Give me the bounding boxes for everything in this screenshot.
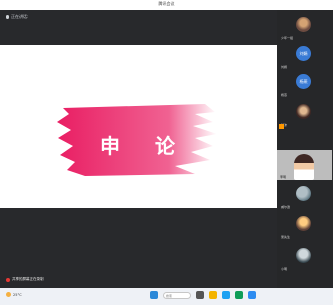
title-bar: 腾讯会议 [0,0,333,10]
slide-title: 申 论 [100,134,189,158]
sun-icon [6,292,11,297]
avatar [296,104,311,119]
weather-temp: 25°C [13,292,22,297]
participant-name: 威尔逊 [281,205,291,209]
speaker-text: 正在讲话: [11,14,29,19]
microphone-icon [6,15,9,19]
speaker-indicator: 正在讲话: [6,14,28,20]
participant-name: 小明 [281,267,288,271]
participant-name: 李明 [280,175,287,179]
avatar: 刘娟 [296,46,311,61]
browser-icon[interactable] [222,291,230,299]
app-title: 腾讯会议 [158,1,175,6]
recording-label: 共享的屏幕正在录制 [12,277,44,281]
task-view-icon[interactable] [196,291,204,299]
meeting-app-icon[interactable] [248,291,256,299]
participant-tile[interactable]: 刘娟 刘娟 [278,44,332,69]
participant-tile[interactable]: 杨燕 杨燕 [278,72,332,97]
avatar [296,17,311,32]
participant-name: 刘娟 [281,65,288,69]
recording-indicator[interactable]: 共享的屏幕正在录制 [6,277,44,282]
participant-name: 吴先生 [281,235,291,239]
avatar [296,186,311,201]
participant-tile[interactable]: 吴先生 [278,214,332,239]
taskbar-search[interactable]: 搜索 [163,291,191,299]
avatar [296,248,311,263]
participant-tile[interactable]: 小明 [278,246,332,271]
participant-video-tile[interactable]: 李明 [277,150,332,180]
participant-tile[interactable]: 少年一组 [278,15,332,40]
windows-start-icon[interactable] [150,291,158,299]
taskbar-icons: 搜索 [150,291,256,299]
host-badge-icon [279,124,284,129]
participant-tile[interactable]: 楚沛 [278,102,332,127]
participant-name: 杨燕 [281,93,288,97]
avatar: 杨燕 [296,74,311,89]
participant-video [294,154,314,180]
app-icon[interactable] [235,291,243,299]
avatar [296,216,311,231]
participant-name: 少年一组 [281,36,294,40]
file-explorer-icon[interactable] [209,291,217,299]
shared-slide: 申 论 [0,45,277,208]
participant-tile[interactable]: 威尔逊 [278,184,332,209]
weather-widget[interactable]: 25°C [6,292,22,297]
record-icon [6,277,10,282]
